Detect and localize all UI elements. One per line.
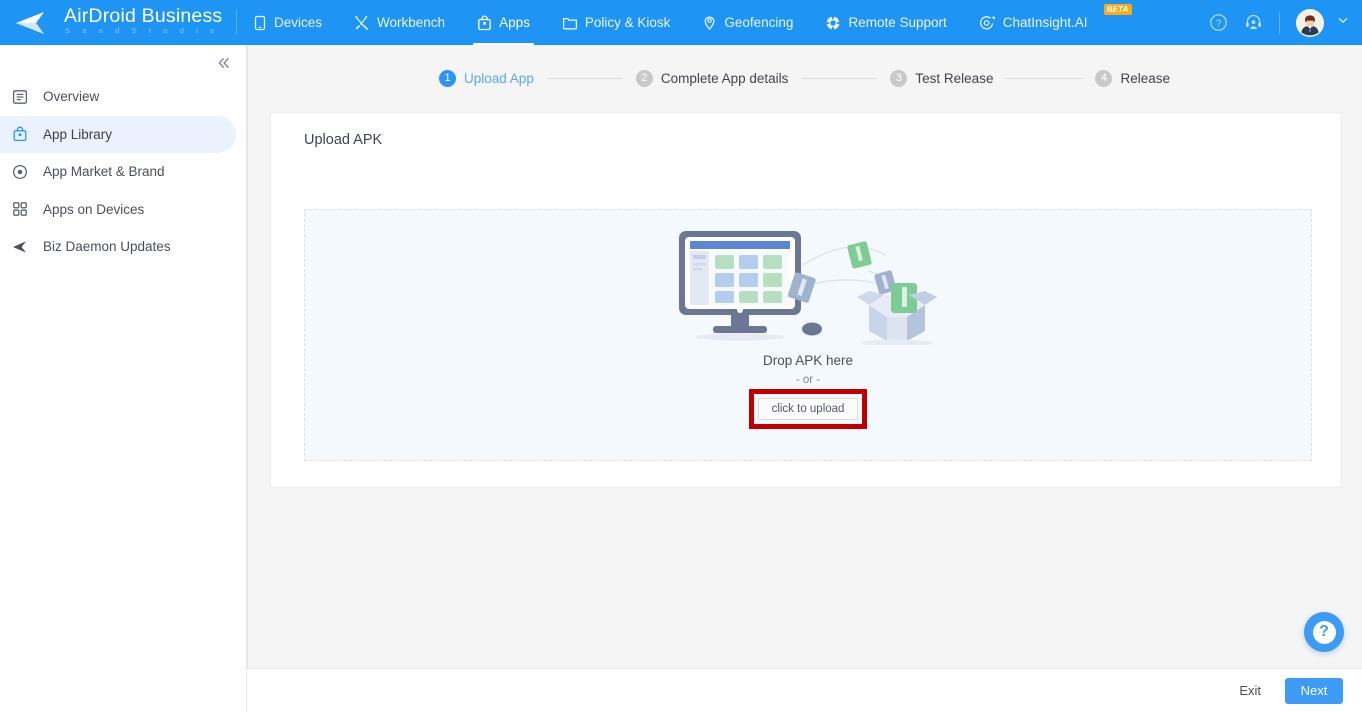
drop-apk-text: Drop APK here bbox=[763, 353, 853, 368]
grid-squares-icon bbox=[12, 201, 34, 217]
top-navigation-bar: AirDroid Business S a n d S t u d i o De… bbox=[0, 0, 1362, 45]
sidebar-label-overview: Overview bbox=[43, 89, 99, 104]
shopping-bag-icon bbox=[12, 126, 34, 142]
folder-icon bbox=[562, 15, 578, 30]
sidebar-row-app-library: App Library bbox=[0, 116, 246, 154]
click-to-upload-button[interactable]: click to upload bbox=[758, 398, 858, 420]
topbar-divider bbox=[1279, 12, 1280, 34]
or-separator-text: - or - bbox=[796, 374, 820, 386]
next-button[interactable]: Next bbox=[1285, 678, 1343, 704]
step-connector-2 bbox=[801, 78, 877, 79]
sidebar-edge bbox=[247, 45, 248, 712]
step-number-1: 1 bbox=[439, 70, 456, 87]
document-list-icon bbox=[12, 89, 34, 105]
nav-item-geofencing[interactable]: Geofencing bbox=[686, 0, 809, 45]
user-avatar[interactable] bbox=[1296, 9, 1324, 37]
wizard-stepper: 1 Upload App 2 Complete App details 3 Te… bbox=[247, 45, 1362, 112]
double-chevron-left-icon[interactable] bbox=[215, 54, 233, 77]
sidebar-item-apps-on-devices[interactable]: Apps on Devices bbox=[0, 191, 236, 228]
step-label-1: Upload App bbox=[464, 71, 534, 86]
sidebar-label-apps-on-devices: Apps on Devices bbox=[43, 202, 144, 217]
step-connector-3 bbox=[1006, 78, 1082, 79]
wizard-footer: Exit Next bbox=[247, 668, 1362, 712]
step-number-3: 3 bbox=[890, 70, 907, 87]
brand-subtitle: S a n d S t u d i o bbox=[64, 26, 222, 36]
map-pin-icon bbox=[702, 15, 717, 31]
lifebuoy-icon bbox=[825, 15, 841, 31]
sidebar-item-app-library[interactable]: App Library bbox=[0, 116, 236, 153]
computer-upload-to-box-illustration bbox=[673, 225, 943, 350]
floating-help-button[interactable]: ? bbox=[1304, 612, 1344, 652]
upload-apk-card: Upload APK bbox=[270, 112, 1342, 488]
nav-item-workbench[interactable]: Workbench bbox=[338, 0, 461, 45]
top-nav-items: Devices Workbench bbox=[237, 0, 1134, 45]
step-test-release[interactable]: 3 Test Release bbox=[890, 70, 993, 87]
question-mark-icon: ? bbox=[1313, 621, 1336, 644]
sidebar-row-apps-on-devices: Apps on Devices bbox=[0, 191, 246, 229]
support-headset-icon[interactable] bbox=[1244, 13, 1263, 32]
brand-text-block: AirDroid Business S a n d S t u d i o bbox=[64, 7, 222, 36]
sidebar-menu: Overview App Library bbox=[0, 78, 246, 266]
step-connector-1 bbox=[547, 78, 623, 79]
sidebar-label-biz-daemon-updates: Biz Daemon Updates bbox=[43, 239, 171, 254]
apk-dropzone[interactable]: Drop APK here - or - click to upload bbox=[304, 209, 1312, 461]
step-complete-app-details[interactable]: 2 Complete App details bbox=[636, 70, 789, 87]
app-window: AirDroid Business S a n d S t u d i o De… bbox=[0, 0, 1362, 712]
tools-icon bbox=[354, 15, 370, 31]
step-label-4: Release bbox=[1120, 71, 1170, 86]
nav-label-remote-support: Remote Support bbox=[848, 15, 946, 30]
nav-item-apps[interactable]: Apps bbox=[461, 0, 546, 45]
sidebar-item-overview[interactable]: Overview bbox=[0, 78, 236, 115]
target-circle-icon bbox=[12, 164, 34, 180]
step-number-4: 4 bbox=[1095, 70, 1112, 87]
nav-item-policy-kiosk[interactable]: Policy & Kiosk bbox=[546, 0, 687, 45]
arrow-left-logo-icon bbox=[14, 10, 60, 36]
brand-title: AirDroid Business bbox=[64, 7, 222, 26]
nav-label-devices: Devices bbox=[274, 15, 322, 30]
nav-item-devices[interactable]: Devices bbox=[237, 0, 338, 45]
sidebar-label-app-market-brand: App Market & Brand bbox=[43, 164, 165, 179]
chevron-down-icon[interactable] bbox=[1336, 13, 1350, 32]
upload-button-wrapper: click to upload bbox=[758, 398, 858, 420]
step-release[interactable]: 4 Release bbox=[1095, 70, 1170, 87]
nav-label-geofencing: Geofencing bbox=[724, 15, 793, 30]
nav-label-apps: Apps bbox=[499, 15, 530, 30]
step-upload-app[interactable]: 1 Upload App bbox=[439, 70, 534, 87]
nav-label-workbench: Workbench bbox=[377, 15, 445, 30]
arrow-left-logo-icon bbox=[12, 240, 34, 254]
nav-label-policy-kiosk: Policy & Kiosk bbox=[585, 15, 671, 30]
exit-button[interactable]: Exit bbox=[1239, 683, 1261, 698]
sidebar-row-app-market-brand: App Market & Brand bbox=[0, 153, 246, 191]
step-number-2: 2 bbox=[636, 70, 653, 87]
svg-text:?: ? bbox=[1216, 18, 1222, 29]
sidebar-item-app-market-brand[interactable]: App Market & Brand bbox=[0, 153, 236, 190]
step-label-3: Test Release bbox=[915, 71, 993, 86]
help-circle-icon[interactable]: ? bbox=[1209, 13, 1228, 32]
chat-target-icon bbox=[979, 15, 996, 31]
phone-icon bbox=[253, 15, 267, 31]
nav-item-remote-support[interactable]: Remote Support bbox=[809, 0, 962, 45]
shopping-bag-icon bbox=[477, 15, 492, 31]
top-right-controls: ? bbox=[1209, 0, 1362, 45]
step-label-2: Complete App details bbox=[661, 71, 789, 86]
sidebar-item-biz-daemon-updates[interactable]: Biz Daemon Updates bbox=[0, 228, 236, 265]
sidebar-label-app-library: App Library bbox=[43, 127, 112, 142]
brand-logo[interactable]: AirDroid Business S a n d S t u d i o bbox=[0, 0, 236, 45]
beta-badge: BETA bbox=[1104, 4, 1132, 15]
sidebar-row-biz-daemon-updates: Biz Daemon Updates bbox=[0, 228, 246, 266]
sidebar-row-overview: Overview bbox=[0, 78, 246, 116]
card-title: Upload APK bbox=[271, 113, 1341, 148]
nav-item-chatinsight-ai[interactable]: ChatInsight.AI BETA bbox=[963, 0, 1134, 45]
sidebar: Overview App Library bbox=[0, 45, 247, 712]
nav-label-chatinsight-ai: ChatInsight.AI bbox=[1003, 15, 1088, 30]
main-content: 1 Upload App 2 Complete App details 3 Te… bbox=[247, 45, 1362, 712]
